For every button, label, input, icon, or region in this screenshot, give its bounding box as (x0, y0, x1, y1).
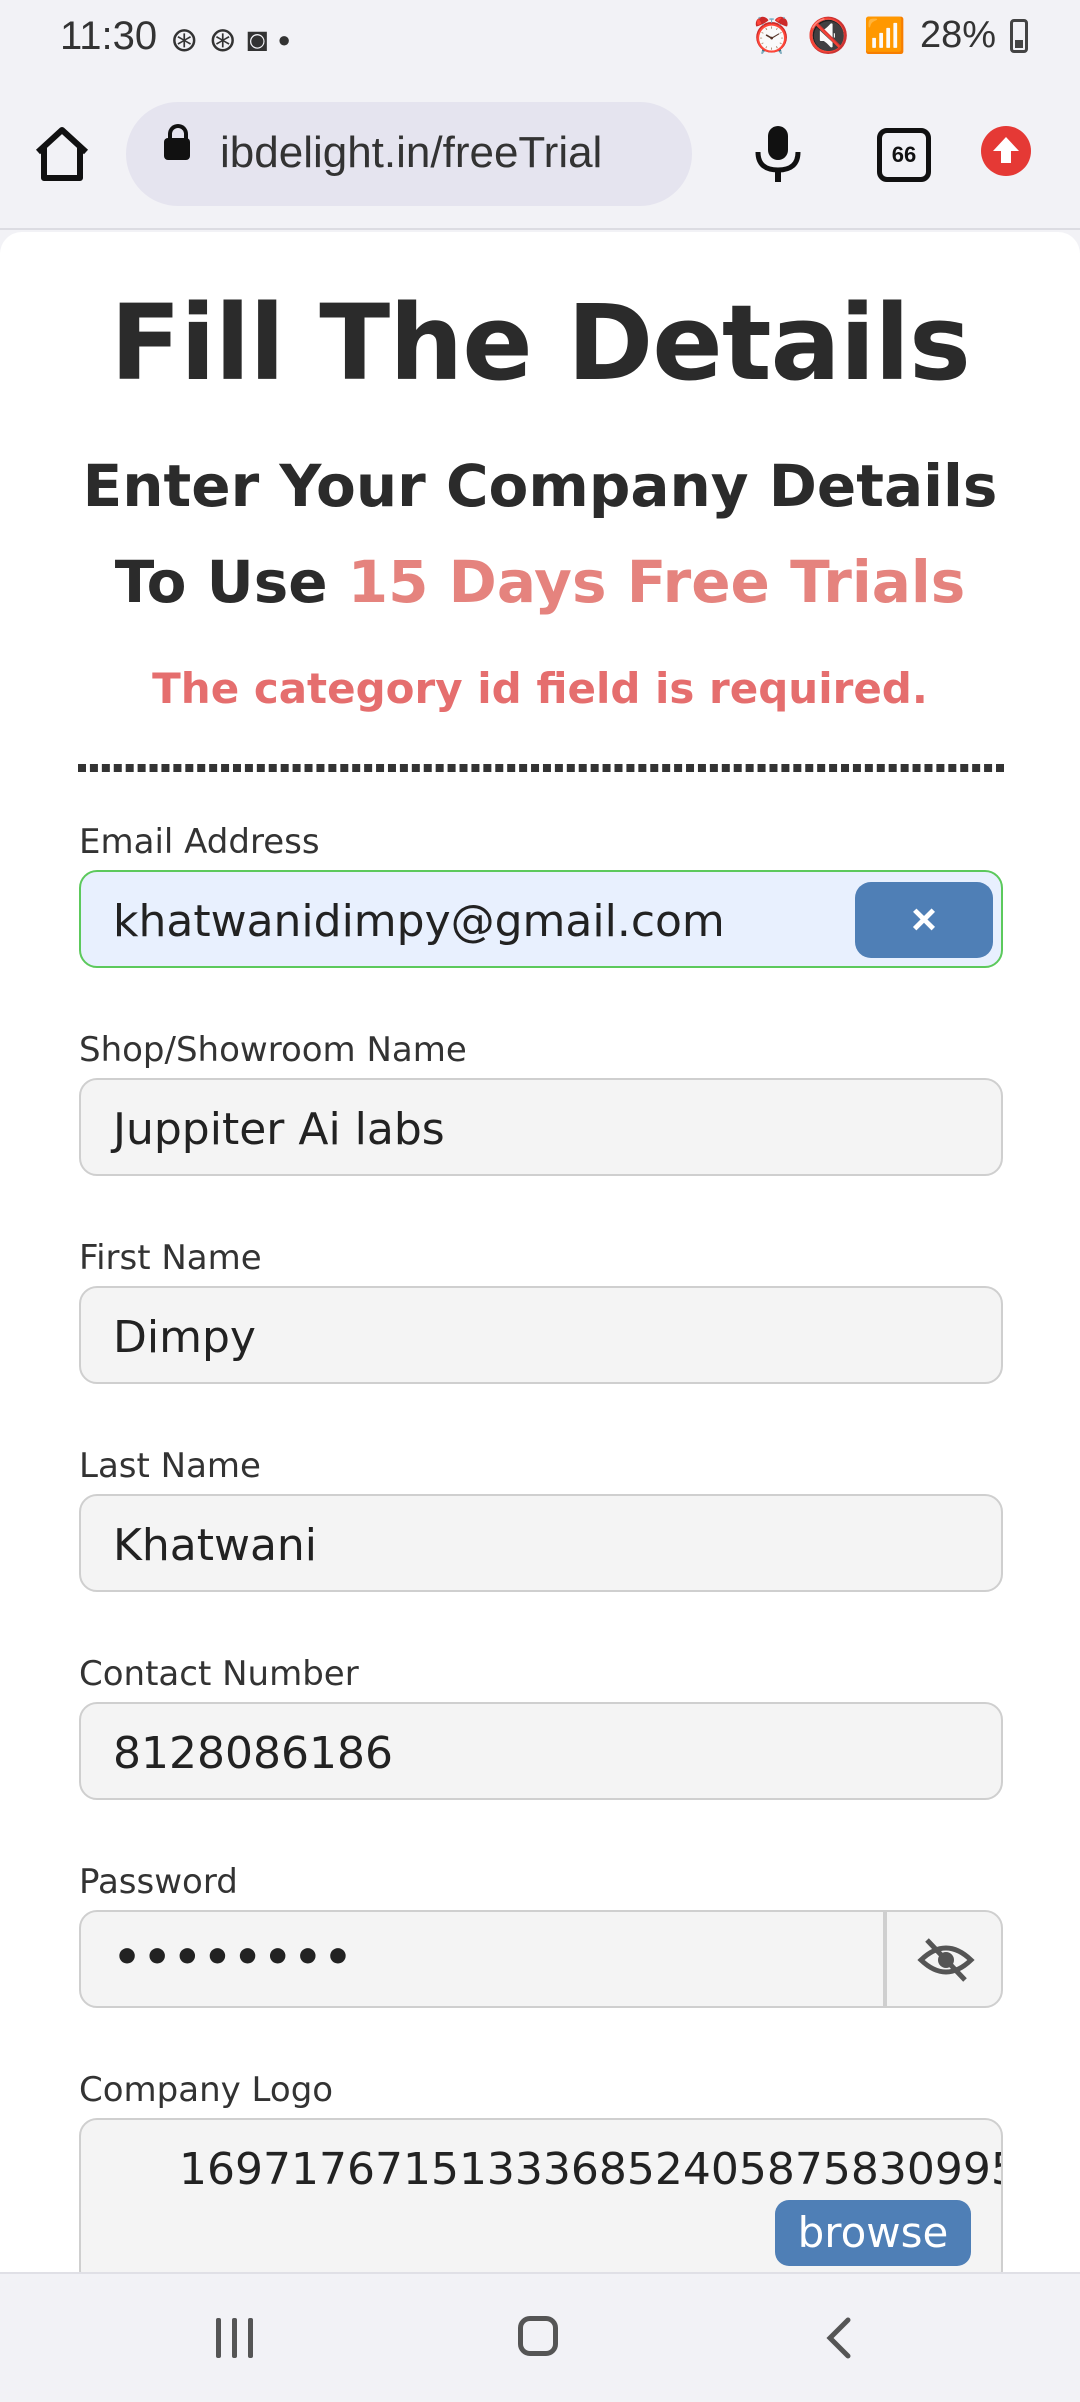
tab-switcher-button[interactable]: 66 (877, 128, 931, 182)
logo-filename: 16971767151333685240587583099503.jpg (179, 2144, 1001, 2195)
browser-toolbar: ibdelight.in/freeTrial 66 (0, 80, 1080, 230)
browse-button[interactable]: browse (775, 2200, 971, 2266)
home-nav-button[interactable] (518, 2316, 558, 2356)
status-bar: 11:30 ⊛ ⊛ ◙ ● ⏰ 🔇 📶 28% (0, 0, 1080, 80)
home-icon[interactable] (30, 122, 94, 186)
eye-slash-icon (917, 1938, 975, 1982)
page-title: Fill The Details (110, 282, 971, 404)
divider (78, 764, 1004, 772)
password-field[interactable]: •••••••• (79, 1910, 885, 2008)
first-name-field[interactable]: Dimpy (79, 1286, 1003, 1384)
contact-number-field[interactable]: 8128086186 (79, 1702, 1003, 1800)
password-label: Password (79, 1862, 238, 1902)
toggle-password-button[interactable] (885, 1910, 1003, 2008)
email-label: Email Address (79, 822, 320, 862)
recent-apps-button[interactable] (216, 2318, 256, 2358)
clear-email-button[interactable]: × (855, 882, 993, 958)
subtitle-line-2: To Use 15 Days Free Trials (0, 534, 1080, 630)
url-text: ibdelight.in/freeTrial (220, 128, 603, 177)
battery-text: 28% (919, 14, 996, 56)
company-logo-upload[interactable]: 16971767151333685240587583099503.jpg bro… (79, 2118, 1003, 2272)
status-right: ⏰ 🔇 📶 28% (751, 14, 1028, 57)
notification-icon: ⊛ (208, 21, 238, 59)
page-content: Fill The Details Enter Your Company Deta… (0, 232, 1080, 2272)
shop-name-value: Juppiter Ai labs (113, 1104, 445, 1155)
notification-icon: ◙ (247, 21, 268, 59)
notification-icons: ⊛ ⊛ ◙ ● (170, 20, 291, 60)
microphone-icon[interactable] (750, 124, 806, 184)
first-name-label: First Name (79, 1238, 262, 1278)
address-bar[interactable]: ibdelight.in/freeTrial (126, 102, 692, 206)
contact-number-value: 8128086186 (113, 1728, 393, 1779)
password-value: •••••••• (113, 1932, 354, 1983)
notification-icon: ⊛ (170, 21, 199, 59)
email-field[interactable]: khatwanidimpy@gmail.com × (79, 870, 1003, 968)
back-button[interactable] (820, 2316, 860, 2360)
alarm-icon: ⏰ (750, 16, 794, 55)
wifi-icon: 📶 (863, 16, 906, 55)
company-logo-label: Company Logo (79, 2070, 334, 2110)
subtitle-highlight: 15 Days Free Trials (347, 548, 966, 616)
contact-label: Contact Number (79, 1654, 359, 1694)
mute-icon: 🔇 (807, 16, 850, 55)
update-icon[interactable] (981, 126, 1031, 176)
email-value: khatwanidimpy@gmail.com (113, 896, 725, 947)
last-name-value: Khatwani (113, 1520, 318, 1571)
subtitle-line-1: Enter Your Company Details (82, 452, 998, 520)
first-name-value: Dimpy (113, 1312, 256, 1363)
status-time: 11:30 (60, 14, 158, 58)
shop-name-field[interactable]: Juppiter Ai labs (79, 1078, 1003, 1176)
last-name-field[interactable]: Khatwani (79, 1494, 1003, 1592)
lock-icon (164, 124, 190, 160)
error-message: The category id field is required. (152, 664, 928, 713)
subtitle-prefix: To Use (114, 548, 348, 616)
page-subtitle: Enter Your Company Details To Use 15 Day… (0, 438, 1080, 630)
dot-icon: ● (277, 27, 291, 52)
shop-label: Shop/Showroom Name (79, 1030, 467, 1070)
system-nav-bar (0, 2272, 1080, 2402)
last-name-label: Last Name (79, 1446, 261, 1486)
battery-icon (1010, 18, 1028, 53)
